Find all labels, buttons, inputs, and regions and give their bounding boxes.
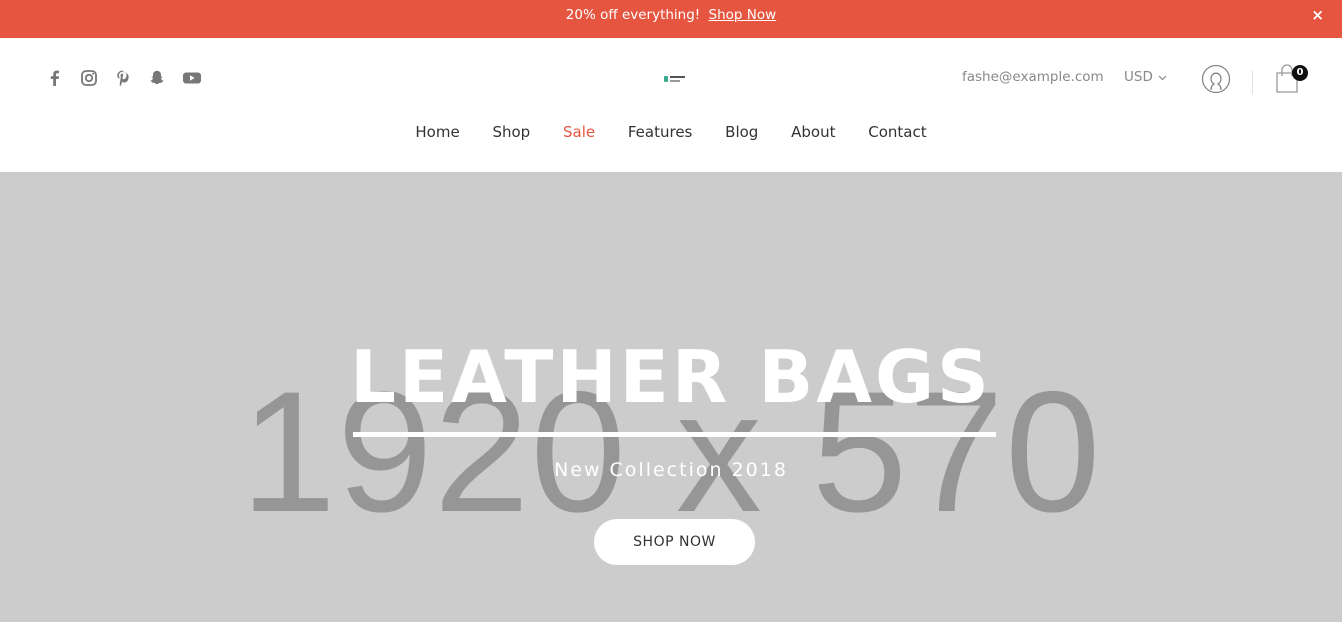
nav-sale[interactable]: Sale bbox=[563, 123, 595, 141]
nav-about[interactable]: About bbox=[791, 123, 835, 141]
instagram-icon[interactable] bbox=[80, 67, 114, 89]
snapchat-icon[interactable] bbox=[148, 67, 182, 89]
pinterest-icon[interactable] bbox=[114, 67, 148, 89]
contact-email-link[interactable]: fashe@example.com bbox=[962, 69, 1104, 85]
user-account-icon[interactable] bbox=[1201, 64, 1231, 98]
nav-features[interactable]: Features bbox=[628, 123, 693, 141]
shopping-bag-icon bbox=[1275, 64, 1301, 98]
promo-shop-now-link[interactable]: Shop Now bbox=[709, 7, 777, 23]
logo-mark bbox=[664, 76, 668, 82]
hero-title: LEATHER BAGS bbox=[350, 335, 992, 419]
main-nav: Home Shop Sale Features Blog About Conta… bbox=[0, 123, 1342, 141]
logo[interactable] bbox=[664, 75, 686, 83]
header-divider bbox=[1252, 70, 1253, 94]
nav-shop[interactable]: Shop bbox=[492, 123, 530, 141]
chevron-down-icon bbox=[1158, 69, 1167, 85]
promo-bar: 20% off everything! Shop Now × bbox=[0, 0, 1342, 38]
nav-contact[interactable]: Contact bbox=[868, 123, 926, 141]
logo-wordmark bbox=[670, 76, 685, 78]
hero-banner: 1920 x 570 LEATHER BAGS New Collection 2… bbox=[0, 172, 1342, 622]
currency-value: USD bbox=[1124, 69, 1153, 85]
hero-title-underline bbox=[353, 432, 996, 437]
nav-blog[interactable]: Blog bbox=[725, 123, 758, 141]
site-header: fashe@example.com USD 0 Home Shop Sale F… bbox=[0, 38, 1342, 172]
promo-close-icon[interactable]: × bbox=[1311, 0, 1324, 31]
nav-home[interactable]: Home bbox=[415, 123, 459, 141]
promo-text: 20% off everything! bbox=[565, 7, 701, 23]
youtube-icon[interactable] bbox=[182, 67, 216, 89]
cart-button[interactable]: 0 bbox=[1275, 64, 1308, 98]
cart-count-badge: 0 bbox=[1292, 65, 1308, 81]
facebook-icon[interactable] bbox=[46, 67, 80, 89]
hero-subtitle: New Collection 2018 bbox=[554, 459, 788, 481]
logo-tagline bbox=[670, 80, 680, 82]
hero-shop-now-button[interactable]: SHOP NOW bbox=[594, 519, 755, 565]
currency-select[interactable]: USD bbox=[1124, 69, 1167, 85]
social-links bbox=[46, 67, 216, 89]
